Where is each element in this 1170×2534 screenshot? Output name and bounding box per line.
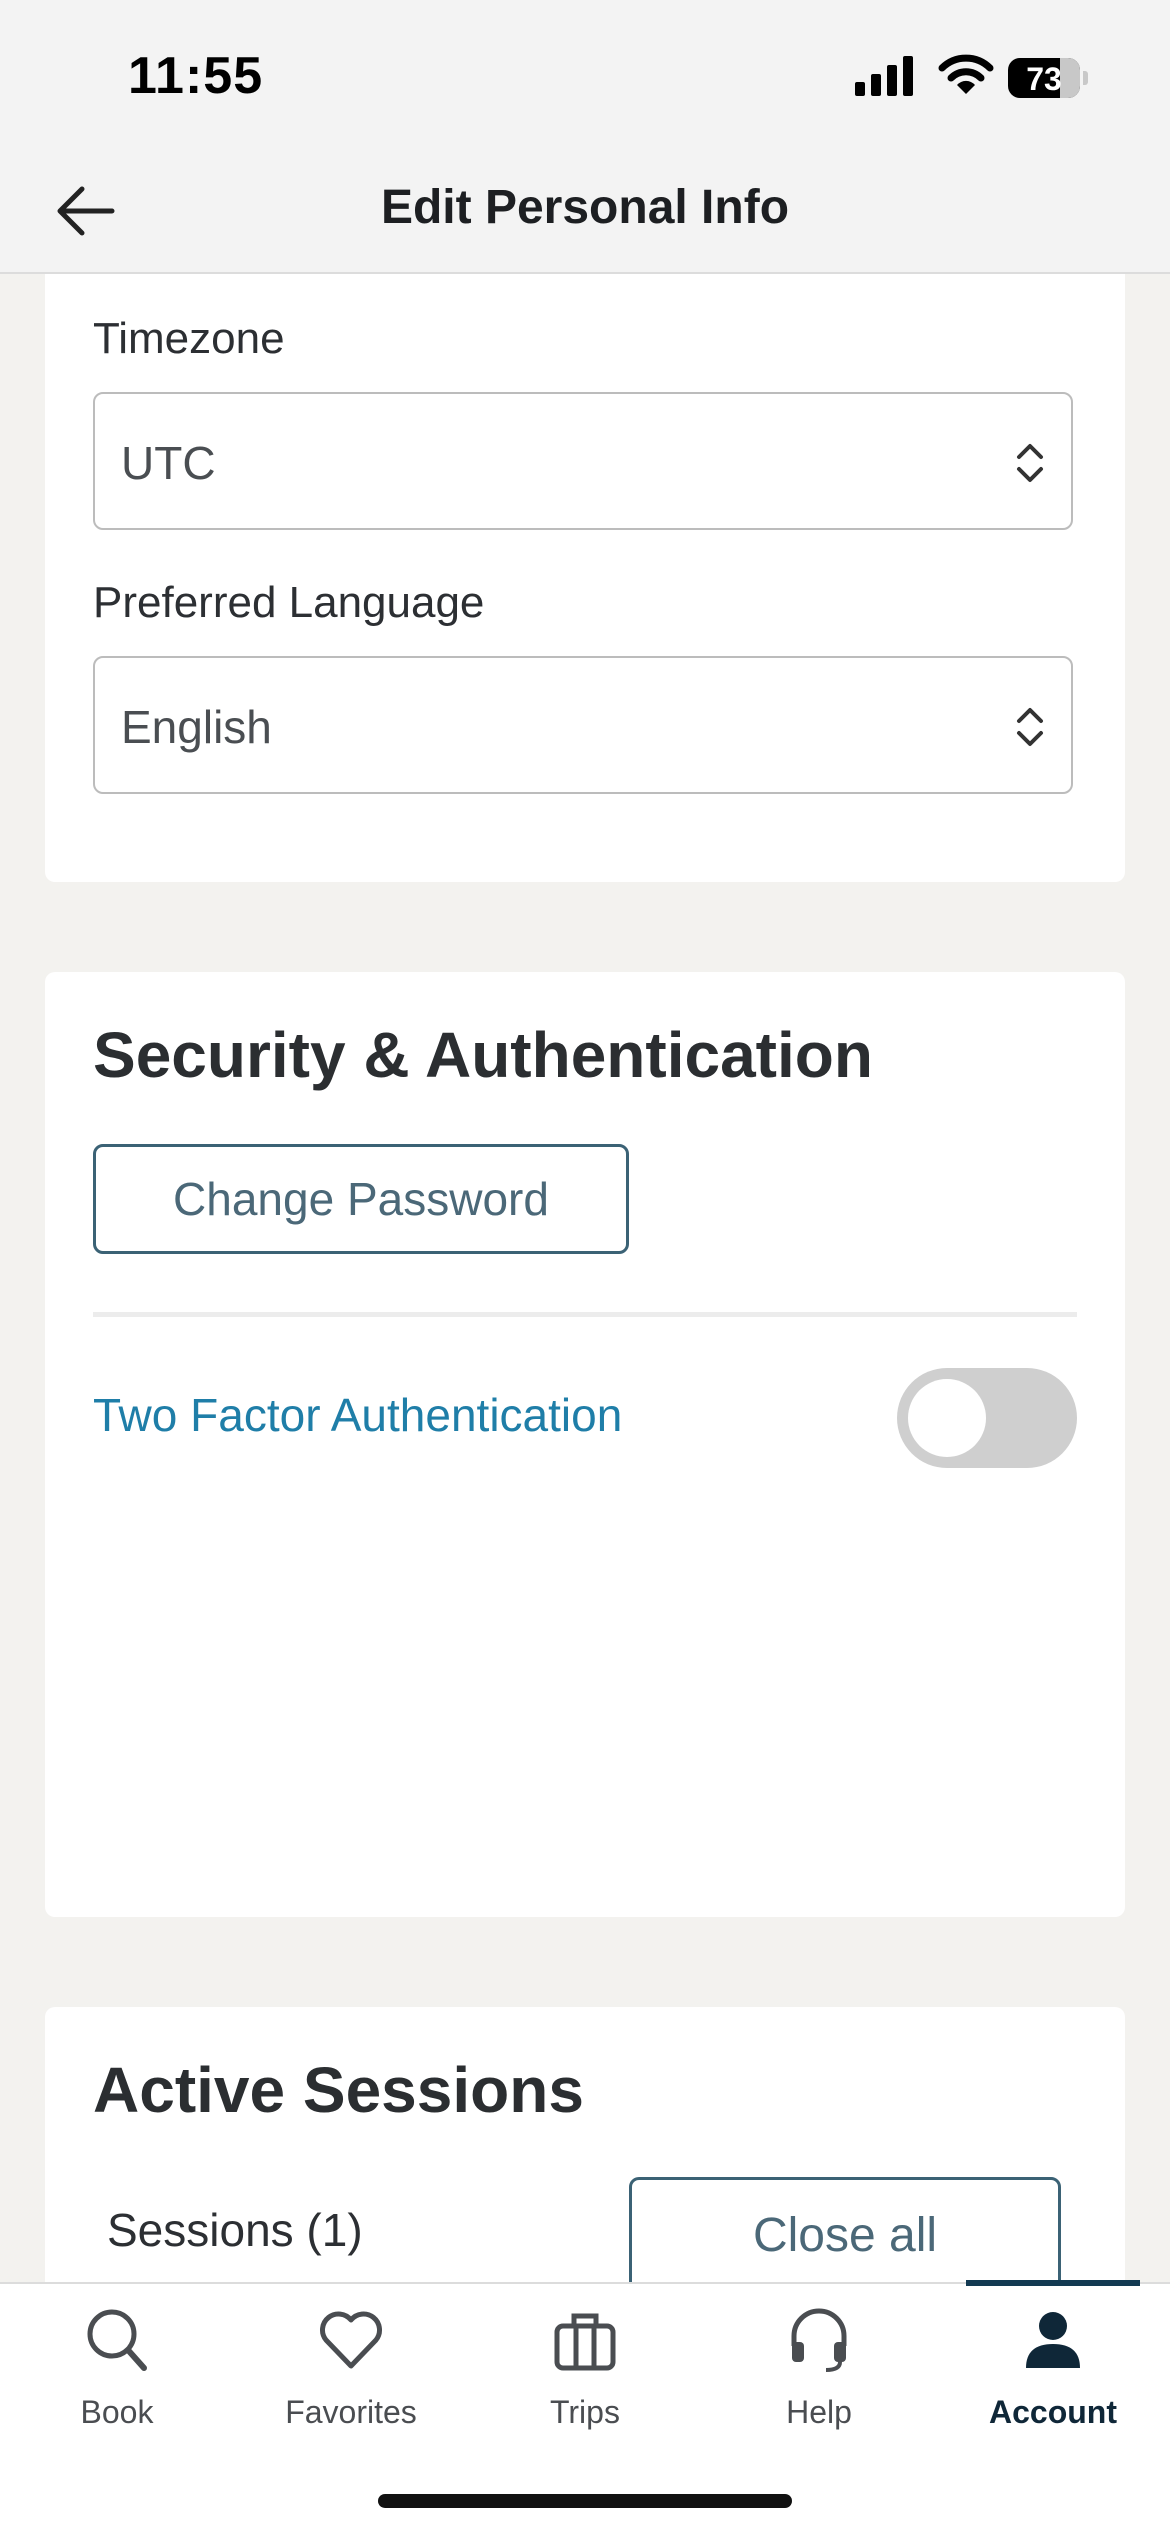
tab-label: Book <box>80 2394 154 2430</box>
security-title: Security & Authentication <box>93 1019 873 1091</box>
close-all-button[interactable]: Close all <box>629 2177 1061 2295</box>
status-bar: 11:55 73 <box>0 0 1170 150</box>
divider <box>93 1312 1077 1317</box>
language-label: Preferred Language <box>93 578 485 627</box>
tab-help[interactable]: Help <box>702 2284 936 2464</box>
two-factor-label[interactable]: Two Factor Authentication <box>93 1388 622 1442</box>
wifi-icon <box>938 54 994 94</box>
tab-book[interactable]: Book <box>0 2284 234 2464</box>
sessions-count: Sessions (1) <box>107 2204 363 2256</box>
search-icon <box>87 2309 147 2371</box>
tab-label: Favorites <box>285 2394 417 2430</box>
timezone-value: UTC <box>121 437 216 489</box>
timezone-label: Timezone <box>93 314 285 363</box>
language-value: English <box>121 701 272 753</box>
briefcase-icon <box>554 2313 616 2371</box>
tab-label: Help <box>786 2394 852 2430</box>
status-time: 11:55 <box>128 47 264 105</box>
heart-icon <box>320 2311 382 2369</box>
battery-level: 73 <box>1026 61 1062 97</box>
updown-chevron-icon <box>1017 444 1043 482</box>
tab-trips[interactable]: Trips <box>468 2284 702 2464</box>
security-card: Security & Authentication Change Passwor… <box>45 972 1125 1917</box>
tab-account[interactable]: Account <box>936 2284 1170 2464</box>
page-title: Edit Personal Info <box>380 181 790 234</box>
updown-chevron-icon <box>1017 708 1043 746</box>
tab-label: Account <box>989 2394 1117 2430</box>
home-indicator <box>378 2494 792 2508</box>
timezone-select[interactable]: UTC <box>93 392 1073 530</box>
nav-header: Edit Personal Info <box>0 150 1170 274</box>
tab-label: Trips <box>550 2394 620 2430</box>
two-factor-toggle[interactable] <box>897 1368 1077 1468</box>
cellular-signal-icon <box>855 56 913 96</box>
toggle-knob <box>908 1379 986 1457</box>
headset-icon <box>791 2308 847 2372</box>
tab-favorites[interactable]: Favorites <box>234 2284 468 2464</box>
person-icon <box>1026 2312 1080 2368</box>
preferences-card: Timezone UTC Preferred Language English <box>45 274 1125 882</box>
change-password-button[interactable]: Change Password <box>93 1144 629 1254</box>
language-select[interactable]: English <box>93 656 1073 794</box>
active-sessions-title: Active Sessions <box>93 2054 584 2126</box>
battery-icon: 73 <box>1008 58 1088 98</box>
